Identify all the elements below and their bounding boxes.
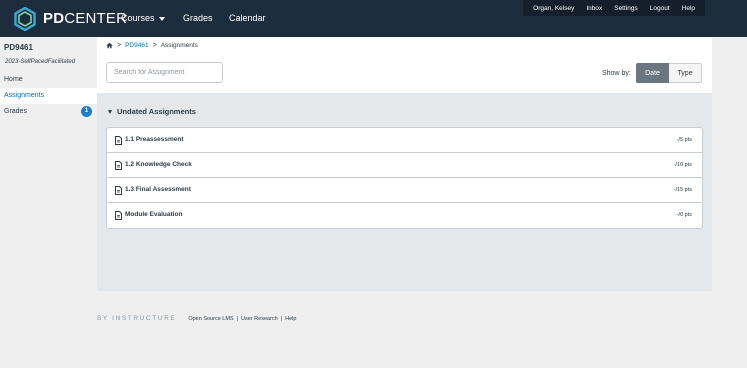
logo-text[interactable]: PDCENTER: [43, 10, 127, 27]
breadcrumb-current: Assignments: [160, 42, 198, 49]
assignment-group-title: Undated Assignments: [117, 107, 196, 116]
assignment-list: 1.1 Preassessment -/5 pts 1.2 Knowledge …: [106, 127, 703, 229]
home-icon[interactable]: [106, 42, 113, 49]
instructure-logo-text[interactable]: BY INSTRUCTURE: [97, 315, 176, 322]
logo-text-rest: CENTER: [64, 10, 128, 27]
global-nav: PDCENTER Courses Grades Calendar Organ, …: [0, 0, 747, 37]
sidebar-item-assignments[interactable]: Assignments: [0, 88, 97, 104]
assignment-groups-panel: Undated Assignments 1.1 Preassessment -/…: [97, 93, 712, 291]
unread-badge: 1: [81, 106, 92, 117]
main-content: > PD9461 > Assignments Show by: Date Typ…: [97, 37, 712, 291]
chevron-down-icon: [158, 16, 165, 21]
assignment-icon: [115, 136, 122, 145]
footer-divider: |: [280, 315, 283, 322]
assignment-row[interactable]: 1.1 Preassessment -/5 pts: [107, 128, 702, 153]
assignment-title[interactable]: 1.2 Knowledge Check: [125, 161, 192, 168]
breadcrumb-separator: >: [117, 42, 122, 49]
course-term: 2023-SelfPacedFacilitated: [5, 59, 76, 65]
assignment-title[interactable]: Module Evaluation: [125, 211, 182, 218]
assignment-points: -/0 pts: [676, 212, 692, 218]
assignment-points: -/15 pts: [673, 187, 692, 193]
assignment-group-header[interactable]: Undated Assignments: [108, 107, 196, 116]
sidebar-item-grades[interactable]: Grades 1: [0, 104, 97, 120]
nav-calendar[interactable]: Calendar: [229, 13, 266, 23]
assignment-title[interactable]: 1.1 Preassessment: [125, 136, 184, 143]
footer: BY INSTRUCTURE Open Source LMS | User Re…: [97, 315, 296, 322]
nav-grades[interactable]: Grades: [183, 13, 213, 23]
footer-divider: |: [236, 315, 239, 322]
show-by-label: Show by:: [602, 70, 631, 77]
assignment-row[interactable]: Module Evaluation -/0 pts: [107, 203, 702, 228]
assignment-title[interactable]: 1.3 Final Assessment: [125, 186, 191, 193]
breadcrumb: > PD9461 > Assignments: [106, 42, 198, 49]
settings-link[interactable]: Settings: [614, 5, 638, 12]
course-code: PD9461: [4, 43, 33, 52]
search-input[interactable]: [106, 62, 223, 83]
nav-courses[interactable]: Courses: [121, 13, 165, 23]
assignment-icon: [115, 186, 122, 195]
assignment-icon: [115, 161, 122, 170]
caret-down-icon: [108, 109, 112, 114]
sidebar-item-label: Grades: [4, 108, 27, 115]
sidebar-item-home[interactable]: Home: [0, 72, 97, 88]
footer-link-help[interactable]: Help: [285, 316, 296, 322]
nav-courses-label: Courses: [121, 13, 155, 23]
show-by-type-button[interactable]: Type: [669, 63, 702, 83]
logo-icon[interactable]: [13, 7, 37, 31]
assignment-row[interactable]: 1.2 Knowledge Check -/10 pts: [107, 153, 702, 178]
help-link[interactable]: Help: [682, 5, 695, 12]
footer-link-user-research[interactable]: User Research: [241, 316, 278, 322]
breadcrumb-course-link[interactable]: PD9461: [125, 42, 149, 49]
assignment-row[interactable]: 1.3 Final Assessment -/15 pts: [107, 178, 702, 203]
assignment-points: -/5 pts: [676, 137, 692, 143]
course-nav: Home Assignments Grades 1: [0, 72, 97, 120]
inbox-link[interactable]: Inbox: [586, 5, 602, 12]
assignment-points: -/10 pts: [673, 162, 692, 168]
logout-link[interactable]: Logout: [650, 5, 670, 12]
assignment-icon: [115, 211, 122, 220]
footer-link-open-source[interactable]: Open Source LMS: [188, 316, 233, 322]
user-menu-bar: Organ, Kelsey Inbox Settings Logout Help: [523, 0, 705, 16]
user-name-link[interactable]: Organ, Kelsey: [533, 5, 574, 12]
show-by-toggle: Date Type: [636, 63, 702, 83]
show-by-date-button[interactable]: Date: [636, 63, 669, 83]
logo-text-bold: PD: [43, 10, 65, 27]
breadcrumb-separator: >: [152, 42, 157, 49]
